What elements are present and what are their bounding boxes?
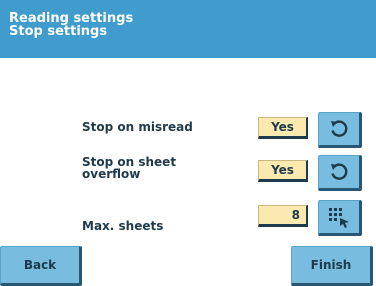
stop-on-misread-value: Yes [258,117,308,139]
max-sheets-keypad-button[interactable] [318,200,362,236]
screen-subtitle: Stop settings [9,24,108,39]
back-button[interactable]: Back [0,246,82,286]
stop-on-sheet-overflow-label-line2: overflow [82,167,141,181]
max-sheets-label: Max. sheets [82,219,164,233]
header-bar: Reading settings Stop settings [0,0,376,58]
stop-on-misread-label: Stop on misread [82,120,193,134]
stop-on-misread-reset-button[interactable] [318,112,362,148]
reset-icon [331,120,348,137]
max-sheets-value: 8 [258,205,308,227]
keypad-icon [329,208,349,228]
stop-on-sheet-overflow-reset-button[interactable] [318,155,362,191]
stop-on-sheet-overflow-value: Yes [258,160,308,182]
reset-icon [331,163,348,180]
finish-button[interactable]: Finish [291,246,373,286]
